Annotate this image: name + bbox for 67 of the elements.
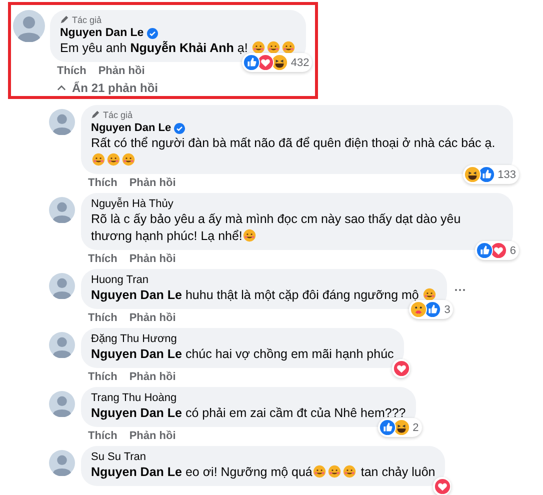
emoji-icon — [282, 41, 296, 54]
author-name[interactable]: Nguyen Dan Le — [91, 121, 172, 135]
like-reaction-icon — [424, 301, 442, 318]
emoji-icon — [92, 153, 105, 166]
emoji-icon — [267, 41, 280, 54]
comment-action-link[interactable]: Thích — [84, 176, 122, 188]
laughing-face-icon — [392, 419, 410, 436]
emoji-icon — [252, 41, 266, 54]
emoji-icon — [243, 229, 256, 242]
emoji-icon — [328, 465, 342, 478]
avatar-icon[interactable] — [49, 450, 75, 476]
author-name[interactable]: Nguyễn Hà Thủy — [91, 197, 174, 211]
comment-action-link[interactable]: Phản hồi — [125, 252, 180, 264]
heart-reaction-icon — [256, 54, 274, 71]
comment-text: Nguyen Dan Le eo ơi! Ngưỡng mộ quá tan chảy luôn — [91, 464, 436, 481]
comment-action-link[interactable]: Phản hồi — [125, 312, 180, 324]
comment-text: Nguyen Dan Le chúc hai vợ chồng em mãi hạnh phúc — [91, 346, 394, 363]
comment-action-link[interactable]: Thích — [84, 430, 122, 442]
emoji-icon — [122, 153, 135, 166]
reaction-summary[interactable]: 2 — [378, 418, 422, 437]
author-name[interactable]: Su Su Tran — [91, 450, 146, 464]
comment-action-link[interactable]: Thích — [84, 312, 122, 324]
reaction-summary[interactable]: 133 — [462, 165, 519, 184]
hide-replies-link[interactable]: Ẩn 21 phản hồi — [57, 81, 158, 95]
laughing-face-icon — [270, 54, 288, 71]
comment-action-link[interactable]: Phản hồi — [125, 430, 180, 442]
pen-icon — [60, 15, 69, 24]
like-reaction-icon — [478, 166, 495, 183]
avatar-icon[interactable] — [49, 197, 75, 223]
heart-reaction-icon — [392, 360, 410, 377]
reaction-summary[interactable]: 432 — [242, 53, 312, 72]
like-reaction-icon — [242, 54, 260, 71]
author-name[interactable]: Nguyen Dan Le — [60, 26, 144, 40]
avatar-icon[interactable] — [49, 332, 75, 358]
avatar-icon[interactable] — [13, 10, 45, 42]
comment-action-link[interactable]: Phản hồi — [125, 176, 180, 188]
laughing-face-icon — [464, 166, 481, 183]
author-label: Tác giả — [103, 110, 133, 120]
author-label: Tác giả — [72, 14, 102, 24]
comment-action-link[interactable]: Phản hồi — [125, 370, 180, 382]
comment-action-link[interactable]: Phản hồi — [94, 64, 149, 76]
author-name[interactable]: Trang Thu Hoàng — [91, 391, 177, 405]
avatar-icon[interactable] — [49, 391, 75, 417]
heart-reaction-icon — [434, 478, 452, 495]
hugging-face-icon — [410, 301, 428, 318]
comment-action-link[interactable]: Thích — [53, 64, 90, 76]
reaction-summary[interactable]: 6 — [474, 241, 519, 260]
author-name[interactable]: Đặng Thu Hương — [91, 332, 177, 346]
reaction-summary[interactable]: 3 — [409, 300, 454, 319]
emoji-icon — [107, 153, 120, 166]
reaction-summary[interactable] — [392, 359, 410, 378]
chevron-up-icon — [57, 85, 66, 91]
author-name[interactable]: Huong Tran — [91, 273, 148, 287]
comment-action-link[interactable]: Thích — [84, 370, 122, 382]
pen-icon — [91, 110, 100, 119]
emoji-icon — [423, 288, 436, 301]
emoji-icon — [313, 465, 326, 478]
heart-reaction-icon — [490, 242, 507, 259]
comment-text: Rõ là c ấy bảo yêu a ấy mà mình đọc cm này sao thấy dạt dào yêu thương hạnh phúc! Lạ nhể! — [91, 211, 462, 245]
avatar-icon[interactable] — [49, 109, 75, 135]
like-reaction-icon — [378, 419, 396, 436]
avatar-icon[interactable] — [49, 273, 75, 299]
reaction-summary[interactable] — [433, 477, 452, 495]
like-reaction-icon — [476, 242, 493, 259]
more-options-icon[interactable] — [453, 287, 468, 293]
emoji-icon — [343, 465, 356, 478]
comment-action-link[interactable]: Thích — [84, 252, 122, 264]
